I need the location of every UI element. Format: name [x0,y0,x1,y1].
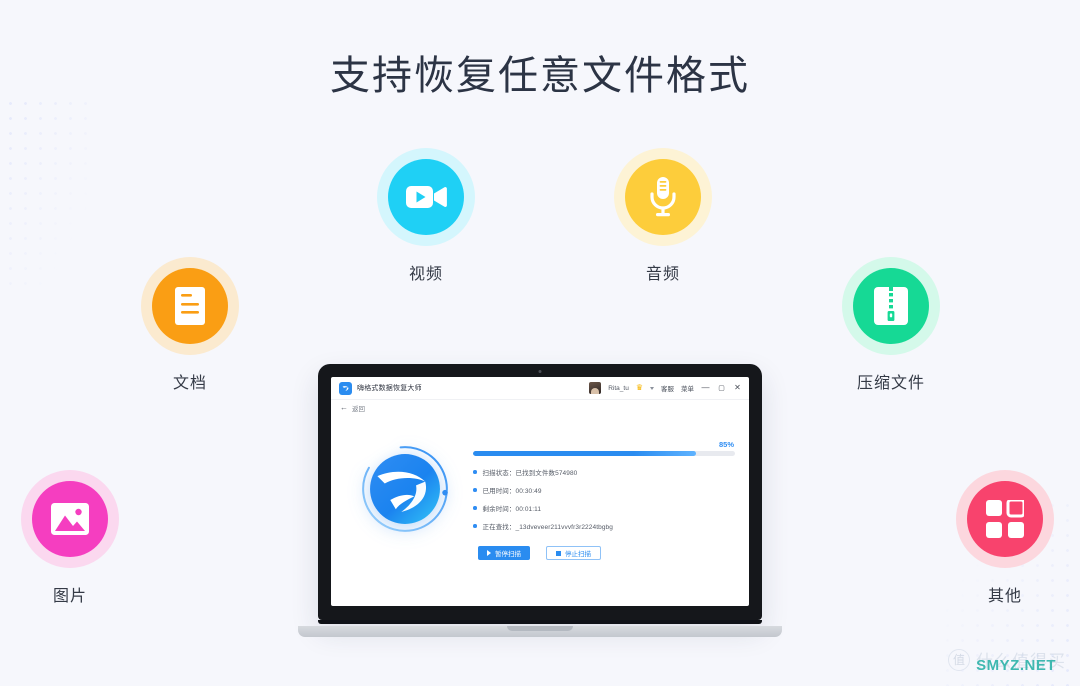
app-title: 嗨格式数据恢复大师 [357,385,422,392]
progress-bar-fill [473,451,696,456]
bullet-icon [473,506,477,510]
microphone-icon [646,176,680,218]
category-label: 图片 [52,588,87,605]
progress-percent: 85% [718,440,734,449]
status-row: 扫描状态：已找到文件数574980 [473,467,735,477]
close-button[interactable]: ✕ [733,384,742,392]
category-audio[interactable]: 音频 [597,148,729,284]
bullet-icon [473,524,477,528]
category-archive[interactable]: 压缩文件 [825,257,957,393]
category-label: 视频 [408,266,443,283]
d-logo-icon [339,381,352,395]
titlebar-right-group: Rita_tu ♛ 客服 菜单 — ▢ ✕ [589,382,742,394]
category-disc [152,268,228,344]
pause-scan-label: 暂停扫描 [495,551,521,558]
category-disc [32,481,108,557]
category-disc [853,268,929,344]
status-elapsed-time: 已用时间：00:30:49 [482,488,542,495]
category-disc [625,159,701,235]
stop-scan-label: 停止扫描 [565,551,591,558]
support-link[interactable]: 客服 [661,383,674,393]
scan-logo [345,426,465,606]
watermark-site: SMYZ.NET [976,657,1056,674]
status-remaining-time: 剩余时间：00:01:11 [482,506,542,513]
menu-link[interactable]: 菜单 [681,383,694,393]
category-label: 压缩文件 [856,375,925,392]
category-label: 音频 [645,266,680,283]
maximize-button[interactable]: ▢ [717,385,726,392]
stop-scan-button[interactable]: 停止扫描 [546,546,601,560]
app-titlebar: 嗨格式数据恢复大师 Rita_tu ♛ 客服 菜单 — ▢ ✕ [331,377,749,400]
zip-archive-icon [873,286,909,326]
back-label[interactable]: 返回 [352,403,365,413]
category-ring [141,257,239,355]
caret-down-icon[interactable] [650,386,654,390]
category-ring [377,148,475,246]
scan-panel: 85% 扫描状态：已找到文件数574980 已用时间：00:30:49 剩余时间… [465,426,735,606]
watermark-badge: 值 [948,648,970,671]
status-row: 正在查找：_13dveveer211vvvfr3r2224tbgbg [473,521,735,531]
bullet-icon [473,470,477,474]
minimize-button[interactable]: — [701,384,710,392]
laptop-lid: 嗨格式数据恢复大师 Rita_tu ♛ 客服 菜单 — ▢ ✕ ← 返回 85%… [318,364,762,620]
decorative-dots-left [0,96,96,286]
category-disc [967,481,1043,557]
status-row: 已用时间：00:30:49 [473,485,735,495]
category-ring [21,470,119,568]
status-row: 剩余时间：00:01:11 [473,503,735,513]
category-image[interactable]: 图片 [4,470,136,606]
category-ring [842,257,940,355]
video-camera-icon [405,182,447,212]
play-icon [487,550,491,556]
category-other[interactable]: 其他 [939,470,1071,606]
status-scan-state: 扫描状态：已找到文件数574980 [482,470,578,477]
arrow-left-icon[interactable]: ← [340,404,348,412]
category-label: 其他 [987,588,1022,605]
page-title: 支持恢复任意文件格式 [330,54,750,98]
grid-squares-icon [986,500,1024,538]
laptop-base [298,626,782,637]
app-window: 嗨格式数据恢复大师 Rita_tu ♛ 客服 菜单 — ▢ ✕ ← 返回 85%… [331,377,749,606]
username-label: Rita_tu [608,384,629,392]
document-icon [174,286,206,326]
progress-bar [473,451,735,456]
picture-icon [50,502,90,536]
laptop-hinge [318,620,762,624]
category-video[interactable]: 视频 [360,148,492,284]
app-body: 85% 扫描状态：已找到文件数574980 已用时间：00:30:49 剩余时间… [331,416,749,606]
webcam-dot [538,369,542,373]
category-label: 文档 [172,375,207,392]
app-subbar: ← 返回 [331,400,749,416]
stop-icon [556,550,561,556]
crown-icon: ♛ [635,383,643,392]
status-list: 扫描状态：已找到文件数574980 已用时间：00:30:49 剩余时间：00:… [473,467,735,531]
laptop-mockup: 嗨格式数据恢复大师 Rita_tu ♛ 客服 菜单 — ▢ ✕ ← 返回 85%… [298,364,782,637]
avatar[interactable] [589,382,602,394]
category-ring [956,470,1054,568]
status-current-file: 正在查找：_13dveveer211vvvfr3r2224tbgbg [482,524,613,531]
category-ring [614,148,712,246]
category-disc [388,159,464,235]
app-brand: 嗨格式数据恢复大师 [339,381,422,395]
pause-scan-button[interactable]: 暂停扫描 [478,546,530,560]
category-document[interactable]: 文档 [124,257,256,393]
bullet-icon [473,488,477,492]
scan-button-row: 暂停扫描 停止扫描 [473,546,735,560]
